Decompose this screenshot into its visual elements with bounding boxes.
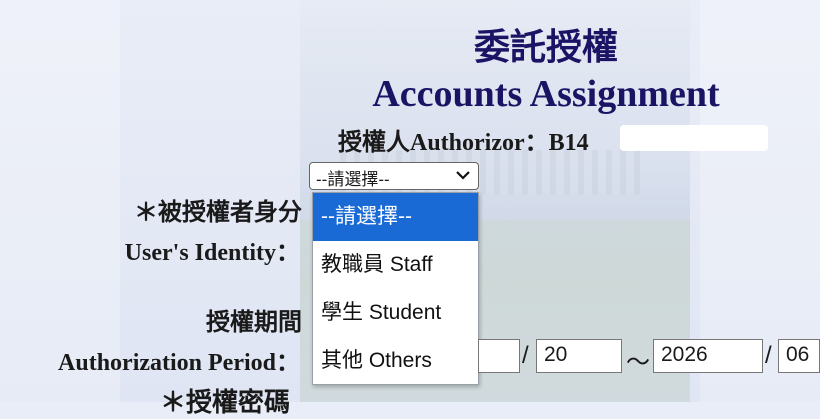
start-month-input[interactable] (478, 339, 520, 373)
authorizor-label-cn: 授權人 (338, 128, 410, 156)
redaction-box (620, 125, 768, 151)
period-label-en: Authorization Period： (58, 350, 300, 376)
password-label-cn: ＊授權密碼 (160, 388, 291, 418)
identity-select[interactable]: --請選擇-- (309, 162, 479, 190)
identity-dropdown-list[interactable]: --請選擇-- 教職員 Staff 學生 Student 其他 Others (312, 192, 479, 385)
date-separator: / (765, 342, 772, 369)
identity-label-en: User's Identity： (124, 240, 300, 266)
end-month-input[interactable]: 06 (778, 339, 820, 373)
date-separator: / (522, 342, 529, 369)
page-title-english: Accounts Assignment (372, 73, 720, 115)
end-year-input[interactable]: 2026 (653, 339, 763, 373)
chevron-down-icon (456, 167, 470, 184)
authorizor-value: B14 (548, 130, 589, 156)
authorizor-label-en: Authorizor： (410, 130, 549, 156)
start-day-input[interactable]: 20 (536, 339, 622, 373)
option-student[interactable]: 學生 Student (313, 289, 478, 337)
option-please-select[interactable]: --請選擇-- (313, 193, 478, 241)
identity-label-cn: ＊被授權者身分 (134, 198, 302, 226)
identity-select-value: --請選擇-- (316, 170, 390, 189)
option-others[interactable]: 其他 Others (313, 337, 478, 385)
page-title-chinese: 委託授權 (473, 27, 618, 68)
authorizor-row: 授權人Authorizor：B14 (338, 122, 589, 157)
option-staff[interactable]: 教職員 Staff (313, 241, 478, 289)
range-separator: ～ (626, 349, 650, 376)
period-label-cn: 授權期間 (206, 308, 302, 336)
